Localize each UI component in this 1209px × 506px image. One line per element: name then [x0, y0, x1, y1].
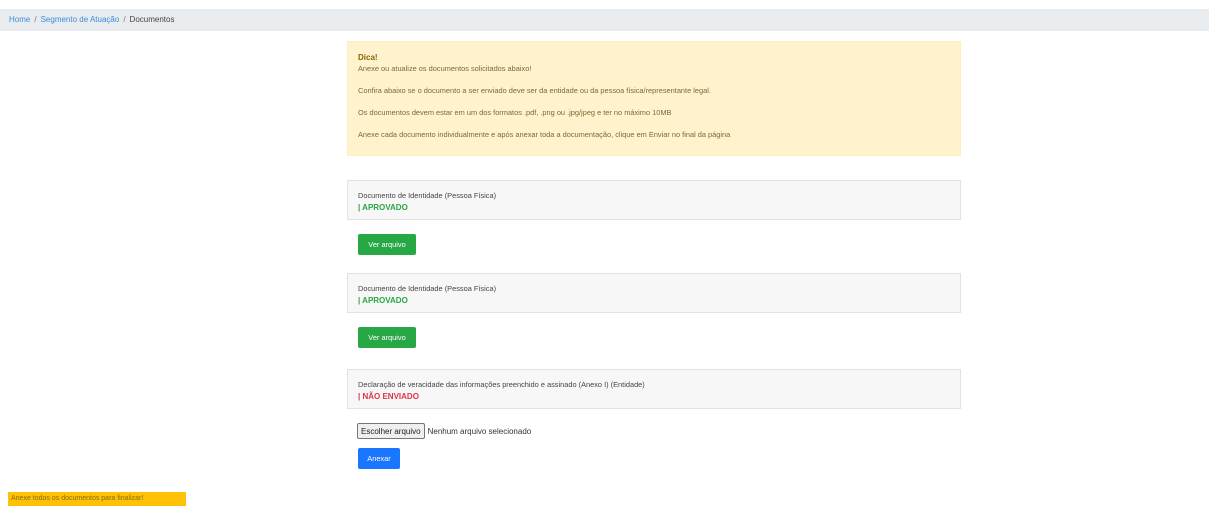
- breadcrumb-segment-link[interactable]: Segmento de Atuação: [41, 15, 120, 24]
- tip-line: Confira abaixo se o documento a ser envi…: [358, 86, 711, 95]
- breadcrumb-home-link[interactable]: Home: [9, 15, 30, 24]
- document-title: Documento de Identidade (Pessoa Física): [358, 284, 497, 293]
- breadcrumb: Home / Segmento de Atuação / Documentos: [0, 9, 1209, 31]
- tip-line: Anexe ou atualize os documentos solicita…: [358, 64, 532, 73]
- breadcrumb-separator: /: [123, 15, 126, 24]
- view-file-button[interactable]: Ver arquivo: [358, 327, 416, 348]
- status-badge: | APROVADO: [358, 203, 408, 212]
- tip-alert: Dica! Anexe ou atualize os documentos so…: [347, 41, 961, 156]
- status-badge: | APROVADO: [358, 296, 408, 305]
- tip-line: Os documentos devem estar em um dos form…: [358, 108, 672, 117]
- status-badge: | NÃO ENVIADO: [358, 392, 419, 401]
- choose-file-button[interactable]: Escolher arquivo: [357, 423, 425, 439]
- document-card: Declaração de veracidade das informações…: [347, 369, 961, 409]
- document-title: Declaração de veracidade das informações…: [358, 380, 645, 389]
- finalize-warning: Anexe todos os documentos para finalizar…: [8, 492, 186, 506]
- tip-title: Dica!: [358, 53, 378, 62]
- file-status-text: Nenhum arquivo selecionado: [427, 426, 532, 436]
- file-input: Escolher arquivo Nenhum arquivo selecion…: [357, 423, 531, 439]
- attach-button[interactable]: Anexar: [358, 448, 400, 469]
- view-file-button[interactable]: Ver arquivo: [358, 234, 416, 255]
- tip-line: Anexe cada documento individualmente e a…: [358, 130, 731, 139]
- document-title: Documento de Identidade (Pessoa Física): [358, 191, 497, 200]
- document-card: Documento de Identidade (Pessoa Física) …: [347, 273, 961, 313]
- breadcrumb-current: Documentos: [129, 15, 175, 24]
- breadcrumb-separator: /: [34, 15, 37, 24]
- document-card: Documento de Identidade (Pessoa Física) …: [347, 180, 961, 220]
